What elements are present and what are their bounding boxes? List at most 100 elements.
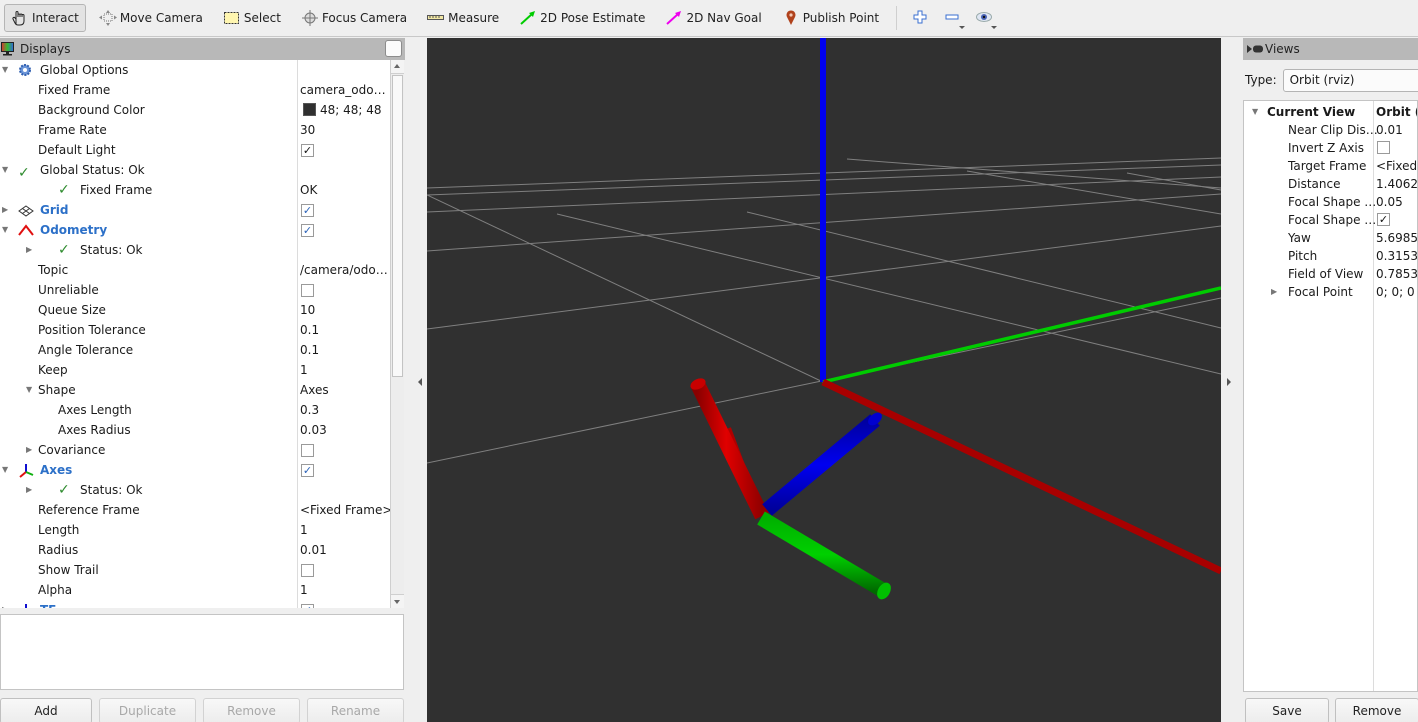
display-row-default-light[interactable]: Default Light ✓ — [0, 140, 390, 160]
view-property-value[interactable]: 0.01 — [1376, 121, 1403, 139]
expand-down-icon[interactable]: ▼ — [2, 220, 8, 240]
display-row-fixed-frame[interactable]: Fixed Frame camera_odo… — [0, 80, 390, 100]
view-property-value[interactable]: 0.05 — [1376, 193, 1403, 211]
display-row-value[interactable]: 0.1 — [300, 320, 319, 340]
add-button[interactable]: Add — [0, 698, 92, 722]
display-row-background-color[interactable]: Background Color 48; 48; 48 — [0, 100, 390, 120]
display-row-topic[interactable]: Topic/camera/odo… — [0, 260, 390, 280]
display-row-show-trail[interactable]: Show Trail — [0, 560, 390, 580]
view-property-row[interactable]: Target Frame <Fixed F — [1244, 157, 1417, 175]
display-row-status-ok[interactable]: ▶ ✓ Status: Ok — [0, 480, 390, 500]
display-row-value[interactable]: 0.03 — [300, 420, 327, 440]
duplicate-button[interactable]: Duplicate — [99, 698, 196, 722]
display-row-alpha[interactable]: Alpha 1 — [0, 580, 390, 600]
display-row-tf[interactable]: ▶ TF ✓ — [0, 600, 390, 608]
save-button[interactable]: Save — [1245, 698, 1329, 722]
tool-focus-camera[interactable]: Focus Camera — [294, 4, 414, 32]
checkbox[interactable]: ✓ — [301, 144, 314, 157]
view-property-row[interactable]: Distance 1.40621 — [1244, 175, 1417, 193]
checkbox[interactable]: ✓ — [301, 224, 314, 237]
view-property-value[interactable]: 0.31539 — [1376, 247, 1417, 265]
dropdown-arrow-icon[interactable] — [991, 26, 998, 29]
checkbox[interactable]: ✓ — [301, 464, 314, 477]
display-row-grid[interactable]: ▶ Grid ✓ — [0, 200, 390, 220]
checkbox[interactable] — [301, 444, 314, 457]
display-row-radius[interactable]: Radius 0.01 — [0, 540, 390, 560]
view-property-row[interactable]: ▶ Focal Point 0; 0; 0 — [1244, 283, 1417, 301]
tool-2d-pose-estimate[interactable]: 2D Pose Estimate — [512, 4, 652, 32]
display-row-value[interactable]: OK — [300, 180, 317, 200]
display-row-length[interactable]: Length 1 — [0, 520, 390, 540]
view-type-select[interactable]: Orbit (rviz) — [1282, 68, 1418, 92]
view-property-row[interactable]: Focal Shape … 0.05 — [1244, 193, 1417, 211]
display-row-value[interactable]: 0.1 — [300, 340, 319, 360]
remove-button[interactable]: Remove — [203, 698, 300, 722]
color-value[interactable]: 48; 48; 48 — [300, 100, 382, 120]
tool-measure[interactable]: Measure — [420, 4, 506, 32]
collapse-left-panel-arrow[interactable] — [418, 378, 422, 386]
collapse-right-panel-arrow[interactable] — [1227, 378, 1231, 386]
display-row-fixed-frame[interactable]: ✓ Fixed Frame OK — [0, 180, 390, 200]
display-row-axes-length[interactable]: Axes Length 0.3 — [0, 400, 390, 420]
tool-select[interactable]: Select — [216, 4, 288, 32]
display-row-shape[interactable]: ▼ Shape Axes — [0, 380, 390, 400]
expand-right-icon[interactable]: ▶ — [2, 600, 8, 608]
view-property-row[interactable]: Pitch 0.31539 — [1244, 247, 1417, 265]
display-row-value[interactable]: 10 — [300, 300, 315, 320]
display-row-position-tolerance[interactable]: Position Tolerance 0.1 — [0, 320, 390, 340]
tool-interact[interactable]: Interact — [4, 4, 86, 32]
expand-right-icon[interactable]: ▶ — [26, 440, 32, 460]
view-property-value[interactable]: 0; 0; 0 — [1376, 283, 1415, 301]
tool-2d-nav-goal[interactable]: 2D Nav Goal — [658, 4, 768, 32]
checkbox[interactable]: ✓ — [301, 204, 314, 217]
view-property-value[interactable]: 0.78539 — [1376, 265, 1417, 283]
display-row-queue-size[interactable]: Queue Size 10 — [0, 300, 390, 320]
checkbox[interactable] — [301, 564, 314, 577]
display-row-value[interactable]: 0.3 — [300, 400, 319, 420]
display-row-axes-radius[interactable]: Axes Radius 0.03 — [0, 420, 390, 440]
expand-right-icon[interactable]: ▶ — [26, 240, 32, 260]
displays-tree[interactable]: ▼ Global Options Fixed Frame camera_odo… Bac… — [0, 60, 390, 608]
display-row-value[interactable]: Axes — [300, 380, 329, 400]
undock-button[interactable] — [385, 40, 402, 57]
display-row-odometry[interactable]: ▼ Odometry ✓ — [0, 220, 390, 240]
rename-button[interactable]: Rename — [307, 698, 404, 722]
dropdown-arrow-icon[interactable] — [959, 26, 966, 29]
display-row-value[interactable]: <Fixed Frame> — [300, 500, 390, 520]
view-property-row[interactable]: Near Clip Dis… 0.01 — [1244, 121, 1417, 139]
scroll-thumb[interactable] — [392, 75, 403, 377]
view-property-row[interactable]: Field of View 0.78539 — [1244, 265, 1417, 283]
display-row-value[interactable]: 1 — [300, 360, 308, 380]
eye-button[interactable] — [971, 4, 998, 32]
display-row-unreliable[interactable]: Unreliable — [0, 280, 390, 300]
display-row-covariance[interactable]: ▶ Covariance — [0, 440, 390, 460]
display-row-global-options[interactable]: ▼ Global Options — [0, 60, 390, 80]
display-row-value[interactable]: 30 — [300, 120, 315, 140]
expand-down-icon[interactable]: ▼ — [1252, 103, 1258, 121]
tool-move-camera[interactable]: Move Camera — [92, 4, 210, 32]
view-property-row[interactable]: Focal Shape … ✓ — [1244, 211, 1417, 229]
current-view-row[interactable]: ▼ Current View Orbit (r — [1244, 103, 1417, 121]
displays-scrollbar[interactable] — [390, 60, 404, 608]
expand-down-icon[interactable]: ▼ — [2, 160, 8, 180]
remove-tool-button[interactable] — [939, 4, 966, 32]
display-row-global-status-ok[interactable]: ▼ ✓ Global Status: Ok — [0, 160, 390, 181]
view-property-value[interactable]: 5.69857 — [1376, 229, 1417, 247]
checkbox[interactable]: ✓ — [301, 604, 314, 608]
expand-right-icon[interactable]: ▶ — [2, 200, 8, 220]
display-row-reference-frame[interactable]: Reference Frame <Fixed Frame> — [0, 500, 390, 520]
view-property-value[interactable]: 1.40621 — [1376, 175, 1417, 193]
scroll-down-button[interactable] — [391, 594, 404, 608]
expand-right-icon[interactable]: ▶ — [26, 480, 32, 500]
expand-down-icon[interactable]: ▼ — [26, 380, 32, 400]
views-tree[interactable]: ▼ Current View Orbit (r Near Clip Dis…0.… — [1243, 100, 1418, 692]
view-property-value[interactable]: <Fixed F — [1376, 157, 1417, 175]
expand-down-icon[interactable]: ▼ — [2, 460, 8, 480]
display-row-angle-tolerance[interactable]: Angle Tolerance 0.1 — [0, 340, 390, 360]
expand-right-icon[interactable]: ▶ — [1271, 283, 1277, 301]
color-swatch[interactable] — [303, 103, 316, 116]
checkbox[interactable] — [1377, 141, 1390, 154]
checkbox[interactable]: ✓ — [1377, 213, 1390, 226]
display-row-axes[interactable]: ▼ Axes ✓ — [0, 460, 390, 480]
3d-scene[interactable] — [427, 38, 1221, 722]
